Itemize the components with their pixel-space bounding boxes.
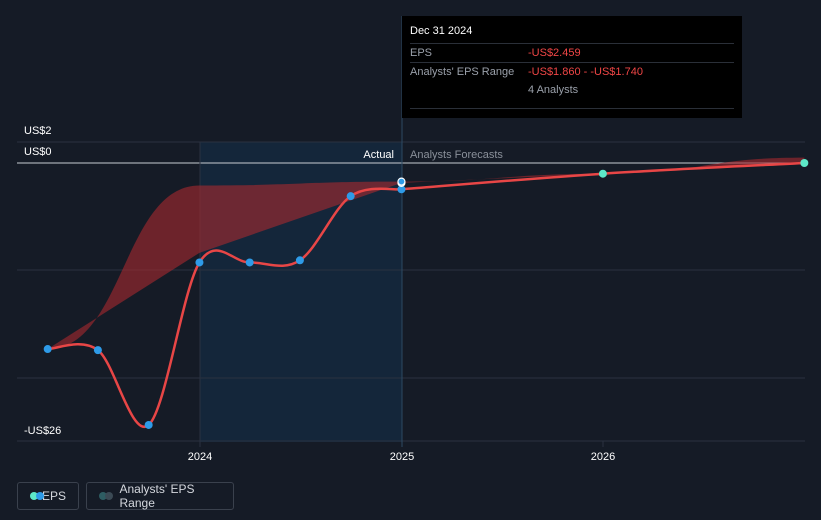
y-tick-bottom: -US$26: [24, 425, 61, 437]
tooltip-divider: [410, 108, 734, 109]
y-tick-top: US$2: [24, 125, 52, 137]
tooltip-range-row: Analysts' EPS Range -US$1.860 - -US$1.74…: [410, 62, 734, 81]
eps-point-3[interactable]: [195, 258, 204, 267]
legend-eps-label: EPS: [41, 489, 66, 503]
tooltip-analysts-row: 4 Analysts: [410, 81, 734, 99]
legend-range-label: Analysts' EPS Range: [119, 482, 195, 510]
eps-point-1[interactable]: [93, 346, 102, 355]
eps-legend-icon: [30, 492, 44, 500]
legend-range[interactable]: Analysts' EPS Range: [86, 482, 234, 510]
forecast-point-0[interactable]: [598, 169, 607, 178]
eps-point-5[interactable]: [295, 256, 304, 265]
x-tick-2026: 2026: [591, 451, 615, 463]
tooltip-eps-row: EPS -US$2.459: [410, 43, 734, 62]
eps-point-4[interactable]: [245, 258, 254, 267]
eps-points: [43, 159, 809, 429]
eps-point-2[interactable]: [144, 420, 153, 429]
tooltip-analysts-spacer: [410, 84, 528, 96]
tooltip-card: Dec 31 2024 EPS -US$2.459 Analysts' EPS …: [402, 16, 742, 118]
legend-eps[interactable]: EPS: [17, 482, 79, 510]
y-tick-zero: US$0: [24, 146, 52, 158]
range-legend-icon: [99, 492, 113, 500]
x-tick-2025: 2025: [390, 451, 414, 463]
actual-region-label: Actual: [363, 149, 394, 161]
tooltip-range-label: Analysts' EPS Range: [410, 66, 515, 78]
forecast-point-1[interactable]: [800, 159, 809, 167]
x-tick-2024: 2024: [188, 451, 212, 463]
forecast-region-label: Analysts Forecasts: [410, 149, 503, 161]
range-marker-1[interactable]: [397, 177, 406, 186]
tooltip-analysts: 4 Analysts: [528, 84, 579, 96]
tooltip-eps-label: EPS: [410, 47, 433, 59]
tooltip-eps-value: -US$2.459: [528, 47, 581, 59]
tooltip-date: Dec 31 2024: [410, 25, 473, 37]
eps-point-6[interactable]: [346, 192, 355, 201]
tooltip-range-value: -US$1.860 - -US$1.740: [528, 66, 643, 78]
eps-point-0[interactable]: [43, 345, 52, 354]
